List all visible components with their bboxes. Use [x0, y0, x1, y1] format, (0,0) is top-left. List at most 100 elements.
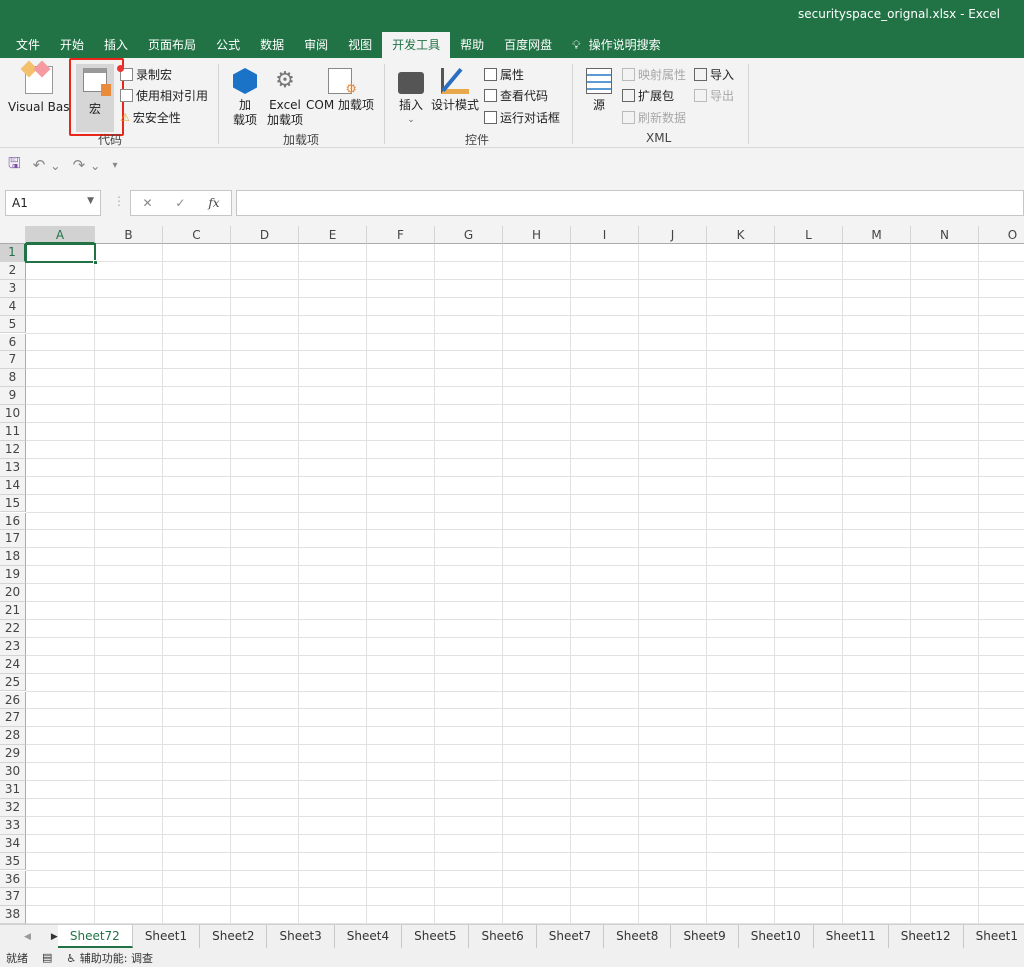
tab-page-layout[interactable]: 页面布局 [138, 32, 206, 58]
row-header[interactable]: 19 [0, 566, 26, 585]
column-header-C[interactable]: C [163, 226, 231, 244]
macro-security-button[interactable]: ⚠ 宏安全性 [120, 109, 181, 126]
column-header-F[interactable]: F [367, 226, 435, 244]
tab-formulas[interactable]: 公式 [206, 32, 250, 58]
visual-basic-button[interactable]: Visual Basic [8, 60, 70, 115]
sheet-tab[interactable]: Sheet3 [267, 925, 335, 948]
row-header[interactable]: 23 [0, 637, 26, 656]
sheet-tab[interactable]: Sheet5 [402, 925, 470, 948]
row-header[interactable]: 20 [0, 584, 26, 602]
sheet-tab[interactable]: Sheet1 [964, 925, 1024, 948]
column-header-J[interactable]: J [639, 226, 707, 244]
column-header-K[interactable]: K [707, 226, 775, 244]
row-header[interactable]: 32 [0, 798, 26, 817]
row-header[interactable]: 15 [0, 494, 26, 513]
column-header-G[interactable]: G [435, 226, 503, 244]
sheet-tab[interactable]: Sheet11 [814, 925, 889, 948]
row-header[interactable]: 1 [0, 244, 26, 262]
row-header[interactable]: 34 [0, 834, 26, 853]
row-header[interactable]: 2 [0, 261, 26, 280]
accessibility-status[interactable]: ♿︎ 辅助功能: 调查 [66, 950, 153, 966]
com-addins-button[interactable]: ⚙ COM 加载项 [306, 68, 374, 113]
expansion-packs-button[interactable]: 扩展包 [622, 87, 674, 104]
undo-icon[interactable]: ↶ ⌄ [33, 156, 61, 174]
row-header[interactable]: 29 [0, 745, 26, 764]
import-button[interactable]: 导入 [694, 66, 734, 83]
relative-references-button[interactable]: 使用相对引用 [120, 87, 208, 104]
row-header[interactable]: 22 [0, 619, 26, 638]
select-all-corner[interactable] [0, 226, 26, 244]
tell-me-search[interactable]: 💡︎ 操作说明搜索 [562, 32, 670, 58]
row-header[interactable]: 9 [0, 387, 26, 406]
customize-qat-icon[interactable]: ▾ [112, 160, 117, 171]
export-button[interactable]: 导出 [694, 87, 734, 104]
row-header[interactable]: 5 [0, 315, 26, 334]
tab-view[interactable]: 视图 [338, 32, 382, 58]
row-header[interactable]: 7 [0, 351, 26, 370]
column-header-N[interactable]: N [911, 226, 979, 244]
sheet-tab[interactable]: Sheet2 [200, 925, 268, 948]
excel-addins-button[interactable]: ⚙ Excel 加载项 [266, 68, 304, 128]
tab-data[interactable]: 数据 [250, 32, 294, 58]
tab-review[interactable]: 审阅 [294, 32, 338, 58]
column-header-A[interactable]: A [26, 226, 95, 244]
sheet-tab[interactable]: Sheet4 [335, 925, 403, 948]
run-dialog-button[interactable]: 运行对话框 [484, 109, 560, 126]
formula-input[interactable] [236, 190, 1024, 216]
column-header-E[interactable]: E [299, 226, 367, 244]
tab-baidu-netdisk[interactable]: 百度网盘 [494, 32, 562, 58]
sheet-tab[interactable]: Sheet7 [537, 925, 605, 948]
worksheet-grid[interactable]: A B C D E F G H I J K L M N O 1 2 3 4 5 6 7 8 9 10 11 12 13 14 15 16 17… [0, 226, 1024, 924]
tab-developer[interactable]: 开发工具 [382, 32, 451, 58]
row-header[interactable]: 6 [0, 333, 26, 352]
cancel-icon[interactable]: ✕ [142, 196, 152, 210]
column-header-D[interactable]: D [231, 226, 299, 244]
insert-control-button[interactable]: 插入 ⌄ [394, 68, 428, 128]
row-header[interactable]: 24 [0, 655, 26, 674]
row-header[interactable]: 33 [0, 816, 26, 835]
row-header[interactable]: 13 [0, 458, 26, 477]
sheet-tab[interactable]: Sheet1 [133, 925, 201, 948]
splitter-handle[interactable]: ⋮ [113, 194, 125, 208]
row-header[interactable]: 37 [0, 888, 26, 907]
row-header[interactable]: 28 [0, 727, 26, 746]
row-header[interactable]: 18 [0, 548, 26, 567]
xml-source-button[interactable]: 源 [584, 68, 614, 113]
redo-icon[interactable]: ↷ ⌄ [73, 156, 101, 174]
row-header[interactable]: 21 [0, 602, 26, 620]
insert-function-icon[interactable]: fx [208, 196, 219, 210]
row-header[interactable]: 38 [0, 906, 26, 924]
view-code-button[interactable]: 查看代码 [484, 87, 548, 104]
row-header[interactable]: 12 [0, 440, 26, 459]
row-header[interactable]: 11 [0, 423, 26, 441]
refresh-data-button[interactable]: 刷新数据 [622, 109, 686, 126]
tab-insert[interactable]: 插入 [94, 32, 138, 58]
sheet-tab[interactable]: Sheet10 [739, 925, 814, 948]
sheet-tab[interactable]: Sheet72 [57, 925, 133, 948]
sheet-tab[interactable]: Sheet9 [671, 925, 739, 948]
sheet-tab[interactable]: Sheet8 [604, 925, 672, 948]
row-header[interactable]: 16 [0, 512, 26, 531]
properties-button[interactable]: 属性 [484, 66, 524, 83]
row-header[interactable]: 10 [0, 405, 26, 423]
column-header-B[interactable]: B [95, 226, 163, 244]
row-header[interactable]: 30 [0, 763, 26, 781]
column-header-M[interactable]: M [843, 226, 911, 244]
row-header[interactable]: 17 [0, 530, 26, 549]
column-header-L[interactable]: L [775, 226, 843, 244]
scroll-left-icon[interactable]: ◀ [24, 932, 31, 942]
column-header-I[interactable]: I [571, 226, 639, 244]
enter-icon[interactable]: ✓ [175, 196, 185, 210]
row-header[interactable]: 8 [0, 369, 26, 388]
row-header[interactable]: 27 [0, 709, 26, 728]
chevron-down-icon[interactable]: ▼ [87, 196, 94, 206]
sheet-tab[interactable]: Sheet6 [469, 925, 537, 948]
row-header[interactable]: 36 [0, 870, 26, 889]
addins-button[interactable]: 加 载项 [228, 68, 262, 128]
tab-help[interactable]: 帮助 [450, 32, 494, 58]
row-header[interactable]: 25 [0, 673, 26, 692]
scroll-right-icon[interactable]: ▶ [51, 932, 58, 942]
tab-home[interactable]: 开始 [50, 32, 94, 58]
map-properties-button[interactable]: 映射属性 [622, 66, 686, 83]
record-macro-button[interactable]: 录制宏 [117, 65, 172, 83]
